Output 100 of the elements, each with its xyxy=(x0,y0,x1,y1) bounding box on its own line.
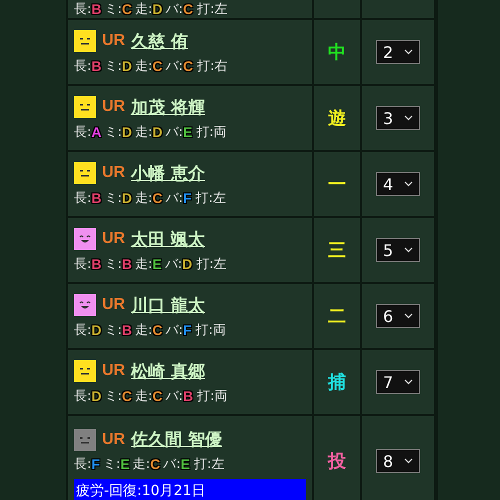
stat-label: 長: xyxy=(74,190,92,206)
player-name-link[interactable]: 佐久間 智優 xyxy=(131,428,222,451)
stat-label: バ: xyxy=(164,256,182,272)
stat-grade: B xyxy=(91,58,102,74)
stat-label: 走: xyxy=(135,124,152,140)
batting-hand: 打:両 xyxy=(197,388,228,404)
chevron-icon xyxy=(404,313,413,319)
stat-label: 走: xyxy=(135,256,152,272)
stat-grade: C xyxy=(152,388,163,404)
stat-grade: D xyxy=(91,322,102,338)
batting-hand: 打:左 xyxy=(196,190,226,206)
player-name-link[interactable]: 久慈 侑 xyxy=(131,30,188,52)
stat-grade: C xyxy=(150,456,160,472)
stat-grade: D xyxy=(122,190,132,206)
stat-label: 走: xyxy=(135,190,152,206)
stat-label: 走: xyxy=(135,322,152,338)
player-name-link[interactable]: 加茂 将輝 xyxy=(131,96,206,118)
rarity-label: UR xyxy=(102,430,126,448)
stat-grade: B xyxy=(91,256,102,272)
rarity-label: UR xyxy=(102,164,126,182)
stat-label: 走: xyxy=(135,1,152,18)
stat-label: ミ: xyxy=(104,190,122,206)
position-label: 一 xyxy=(328,173,346,196)
stat-label: ミ: xyxy=(104,58,122,74)
order-dropdown[interactable]: 2 xyxy=(376,40,420,64)
position-label: 中 xyxy=(328,41,346,64)
stat-grade: A xyxy=(91,124,102,140)
order-dropdown[interactable]: 5 xyxy=(376,238,420,262)
stat-grade: B xyxy=(91,1,102,17)
player-name-link[interactable]: 太田 颯太 xyxy=(131,228,206,250)
stat-label: 長: xyxy=(74,58,92,74)
position-label: 捕 xyxy=(328,371,346,394)
stat-grade: D xyxy=(91,388,102,404)
batting-hand: 打:左 xyxy=(196,256,227,272)
table-cell xyxy=(314,0,360,18)
stat-label: 走: xyxy=(135,388,152,404)
stat-grade: F xyxy=(182,322,192,338)
stat-grade: E xyxy=(120,456,130,472)
position-label: 投 xyxy=(328,450,346,473)
stat-label: バ: xyxy=(166,1,183,18)
position-label: 遊 xyxy=(328,107,346,130)
stat-label: 長: xyxy=(74,456,92,473)
order-dropdown[interactable]: 7 xyxy=(376,370,420,394)
stat-label: 走: xyxy=(132,456,150,473)
stat-grade: C xyxy=(182,58,194,74)
stat-grade: B xyxy=(91,190,102,206)
position-label: 二 xyxy=(328,305,346,328)
stat-label: バ: xyxy=(166,190,183,206)
stat-label: 長: xyxy=(74,388,92,404)
stat-grade: C xyxy=(122,1,132,17)
rarity-label: UR xyxy=(102,32,126,50)
chevron-icon xyxy=(404,379,413,385)
batting-hand: 打:左 xyxy=(197,1,228,18)
player-name-link[interactable]: 川口 龍太 xyxy=(131,294,206,316)
stat-grade: B xyxy=(182,388,194,404)
batting-hand: 打:右 xyxy=(197,58,228,74)
stat-grade: B xyxy=(122,322,132,338)
stat-grade: C xyxy=(182,1,194,17)
stat-grade: E xyxy=(180,456,190,472)
stat-label: 長: xyxy=(74,124,92,140)
stat-grade: C xyxy=(152,58,163,74)
order-dropdown[interactable]: 8 xyxy=(376,449,420,473)
stat-label: バ: xyxy=(166,124,183,140)
stat-grade: D xyxy=(182,256,192,272)
stat-grade: E xyxy=(182,124,192,140)
stat-label: 走: xyxy=(135,58,152,74)
batting-hand: 打:左 xyxy=(194,456,224,473)
stat-label: ミ: xyxy=(104,124,122,140)
stat-label: ミ: xyxy=(104,256,122,272)
batting-hand: 打:両 xyxy=(196,124,227,140)
order-dropdown[interactable]: 3 xyxy=(376,106,420,130)
order-dropdown[interactable]: 4 xyxy=(376,172,420,196)
stat-grade: F xyxy=(182,190,192,206)
rarity-label: UR xyxy=(102,98,126,116)
position-label: 三 xyxy=(328,239,346,262)
stat-grade: C xyxy=(152,322,163,338)
chevron-icon xyxy=(404,49,413,55)
player-name-link[interactable]: 松崎 真郷 xyxy=(131,360,206,382)
stat-label: 長: xyxy=(74,322,92,338)
chevron-icon xyxy=(404,181,413,187)
stat-grade: E xyxy=(152,256,162,272)
stat-label: ミ: xyxy=(104,388,122,404)
player-name-link[interactable]: 小幡 恵介 xyxy=(131,162,206,184)
chevron-icon xyxy=(404,247,413,253)
stat-grade: C xyxy=(122,388,132,404)
stat-label: バ: xyxy=(166,388,183,404)
chevron-icon xyxy=(404,458,413,464)
fatigue-banner: 疲労-回復:10月21日 xyxy=(74,479,306,500)
stat-grade: B xyxy=(122,256,132,272)
stat-label: バ: xyxy=(163,456,181,473)
stat-label: 長: xyxy=(74,256,92,272)
table-cell xyxy=(362,0,434,18)
stat-grade: D xyxy=(122,58,132,74)
stat-label: ミ: xyxy=(104,322,122,338)
stat-label: バ: xyxy=(166,322,183,338)
stat-label: ミ: xyxy=(102,456,120,473)
order-dropdown[interactable]: 6 xyxy=(376,304,420,328)
stat-label: バ: xyxy=(166,58,183,74)
stat-grade: D xyxy=(122,124,132,140)
rarity-label: UR xyxy=(102,296,126,314)
